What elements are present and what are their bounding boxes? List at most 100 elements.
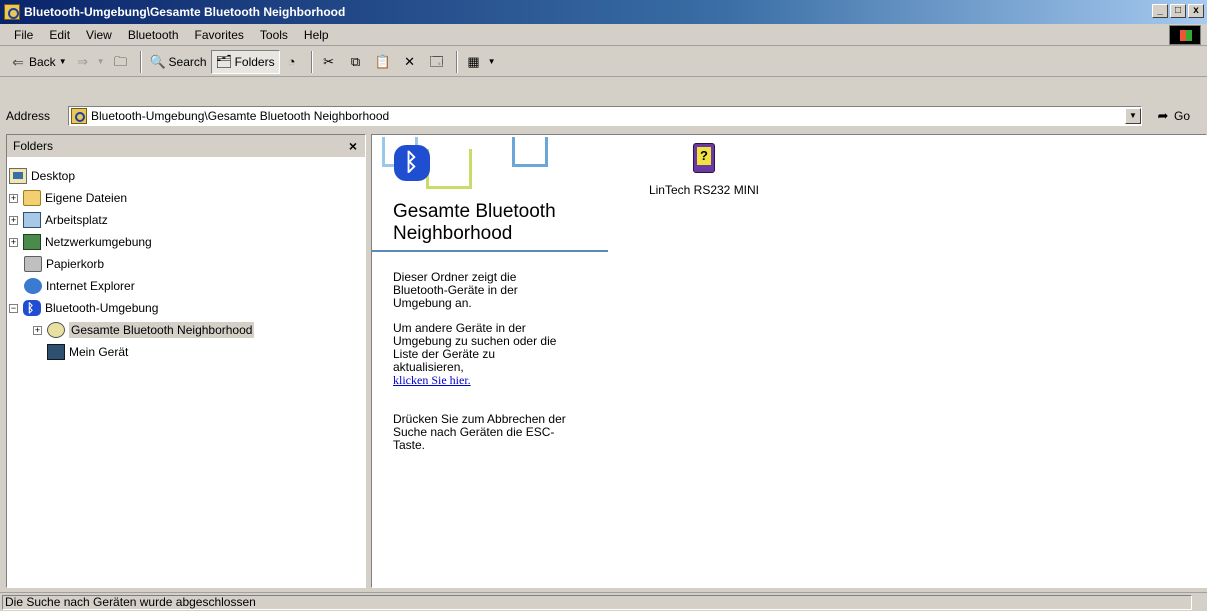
search-button[interactable]: 🔍 Search: [146, 50, 211, 74]
unknown-device-icon: ?: [691, 141, 717, 175]
history-button[interactable]: ◔: [280, 50, 307, 74]
tree-item-bluetooth-umgebung[interactable]: − Bluetooth-Umgebung: [9, 297, 359, 319]
tree-item-gesamte-bluetooth-neighborhood[interactable]: + Gesamte Bluetooth Neighborhood: [9, 319, 359, 341]
status-bar: Die Suche nach Geräten wurde abgeschloss…: [0, 592, 1207, 611]
folder-title: Gesamte Bluetooth Neighborhood: [393, 201, 556, 245]
bluetooth-window-icon[interactable]: [4, 4, 20, 20]
folder-banner: [372, 135, 608, 195]
copy-button[interactable]: ⧉: [344, 50, 371, 74]
refresh-devices-link[interactable]: klicken Sie hier.: [393, 373, 471, 387]
expand-plus-icon[interactable]: +: [9, 237, 18, 247]
menu-view[interactable]: View: [78, 28, 120, 42]
tree-item-label: Gesamte Bluetooth Neighborhood: [69, 322, 255, 338]
info-line: Liste der Geräte zu: [393, 347, 496, 361]
search-icon: 🔍: [149, 53, 166, 69]
minimize-button[interactable]: _: [1152, 4, 1168, 18]
info-line: Bluetooth-Geräte in der: [393, 283, 518, 297]
views-icon: ▦: [467, 53, 480, 69]
go-arrow-icon: ➦: [1157, 108, 1169, 123]
paste-button[interactable]: 📋: [371, 50, 398, 74]
address-value: Bluetooth-Umgebung\Gesamte Bluetooth Nei…: [91, 109, 390, 123]
history-icon: ◔: [287, 53, 296, 69]
menu-favorites[interactable]: Favorites: [187, 28, 252, 42]
views-button[interactable]: ▦ ▼: [462, 50, 500, 74]
folders-button[interactable]: 🗂 Folders: [210, 49, 280, 74]
menu-bluetooth[interactable]: Bluetooth: [120, 28, 187, 42]
tree-item-papierkorb[interactable]: Papierkorb: [9, 253, 359, 275]
info-line: Umgebung zu suchen oder die: [393, 334, 557, 348]
folders-pane: Folders × Desktop + Eigene Dateien + Arb…: [6, 134, 366, 588]
my-documents-icon: [23, 190, 41, 206]
bluetooth-icon: [23, 300, 41, 316]
tree-item-eigene-dateien[interactable]: + Eigene Dateien: [9, 187, 359, 209]
folder-content-view: Gesamte Bluetooth Neighborhood Dieser Or…: [371, 134, 1207, 588]
info-line: Umgebung an.: [393, 296, 472, 310]
toolbar-separator: [310, 50, 313, 73]
maximize-button[interactable]: □: [1170, 4, 1186, 18]
tree-item-netzwerkumgebung[interactable]: + Netzwerkumgebung: [9, 231, 359, 253]
tree-item-label: Internet Explorer: [46, 279, 135, 293]
recycle-bin-icon: [24, 256, 42, 272]
address-input[interactable]: Bluetooth-Umgebung\Gesamte Bluetooth Nei…: [68, 106, 1142, 126]
cut-button[interactable]: ✂: [317, 50, 344, 74]
back-dropdown-icon[interactable]: ▼: [59, 57, 67, 66]
toolbar: ⇐ Back ▼ ⇒ ▼ 🗀 🔍 Search 🗂 Folders ◔ ✂ ⧉ …: [0, 47, 1207, 77]
network-icon: [23, 234, 41, 250]
folders-pane-title: Folders: [13, 139, 54, 153]
address-label: Address: [6, 109, 51, 123]
menu-tools[interactable]: Tools: [252, 28, 296, 42]
tree-item-internet-explorer[interactable]: Internet Explorer: [9, 275, 359, 297]
folders-label: Folders: [234, 54, 275, 69]
paste-icon: 📋: [374, 53, 391, 69]
go-button[interactable]: ➦ Go: [1155, 108, 1190, 124]
views-dropdown-icon[interactable]: ▼: [488, 57, 496, 66]
menu-help[interactable]: Help: [296, 28, 337, 42]
menu-file[interactable]: File: [6, 28, 41, 42]
go-label: Go: [1174, 109, 1191, 123]
tree-item-desktop[interactable]: Desktop: [9, 165, 359, 187]
tree-item-label: Arbeitsplatz: [45, 213, 108, 227]
window-title: Bluetooth-Umgebung\Gesamte Bluetooth Nei…: [24, 5, 346, 19]
folder-info-panel: Dieser Ordner zeigt die Bluetooth-Geräte…: [393, 271, 608, 464]
close-button[interactable]: x: [1188, 4, 1204, 18]
folder-title-line: Gesamte Bluetooth: [393, 201, 556, 222]
info-line: aktualisieren,: [393, 360, 464, 374]
expand-plus-icon[interactable]: +: [33, 325, 42, 335]
tree-item-arbeitsplatz[interactable]: + Arbeitsplatz: [9, 209, 359, 231]
copy-icon: ⧉: [350, 53, 361, 69]
delete-x-icon: ✕: [404, 53, 416, 69]
properties-button[interactable]: 🗔: [425, 50, 452, 74]
collapse-minus-icon[interactable]: −: [9, 303, 18, 313]
title-bar: Bluetooth-Umgebung\Gesamte Bluetooth Nei…: [0, 0, 1207, 24]
tree-item-mein-geraet[interactable]: Mein Gerät: [9, 341, 359, 363]
up-folder-button[interactable]: 🗀: [109, 50, 136, 74]
folders-pane-close-icon[interactable]: ×: [349, 138, 357, 154]
back-button[interactable]: ⇐ Back ▼: [6, 50, 71, 74]
laptop-icon: [47, 344, 65, 360]
expand-plus-icon[interactable]: +: [9, 215, 18, 225]
folders-icon: 🗂: [215, 53, 233, 69]
my-computer-icon: [23, 212, 41, 228]
title-divider: [372, 250, 608, 252]
menu-edit[interactable]: Edit: [41, 28, 78, 42]
expand-plus-icon[interactable]: +: [9, 193, 18, 203]
tree-item-label: Papierkorb: [46, 257, 105, 271]
forward-dropdown-icon[interactable]: ▼: [97, 57, 105, 66]
delete-button[interactable]: ✕: [398, 50, 425, 74]
info-line: Um andere Geräte in der: [393, 321, 526, 335]
address-bar: Address Bluetooth-Umgebung\Gesamte Bluet…: [0, 104, 1207, 128]
back-label: Back: [29, 54, 56, 69]
status-text: Die Suche nach Geräten wurde abgeschloss…: [2, 595, 1192, 610]
address-dropdown-icon[interactable]: ▼: [1125, 108, 1141, 124]
toolbar-separator: [139, 50, 142, 73]
up-folder-icon: 🗀: [114, 53, 128, 69]
internet-explorer-icon: [24, 278, 42, 294]
back-arrow-icon: ⇐: [12, 53, 24, 70]
tree-item-label: Netzwerkumgebung: [45, 235, 152, 249]
toolbar-separator: [455, 50, 458, 73]
scissors-icon: ✂: [323, 53, 335, 69]
device-item-lintech[interactable]: ? LinTech RS232 MINI: [634, 141, 774, 197]
properties-icon: 🗔: [429, 53, 444, 69]
forward-button[interactable]: ⇒ ▼: [71, 50, 109, 74]
bluetooth-neighborhood-icon: [47, 322, 65, 338]
